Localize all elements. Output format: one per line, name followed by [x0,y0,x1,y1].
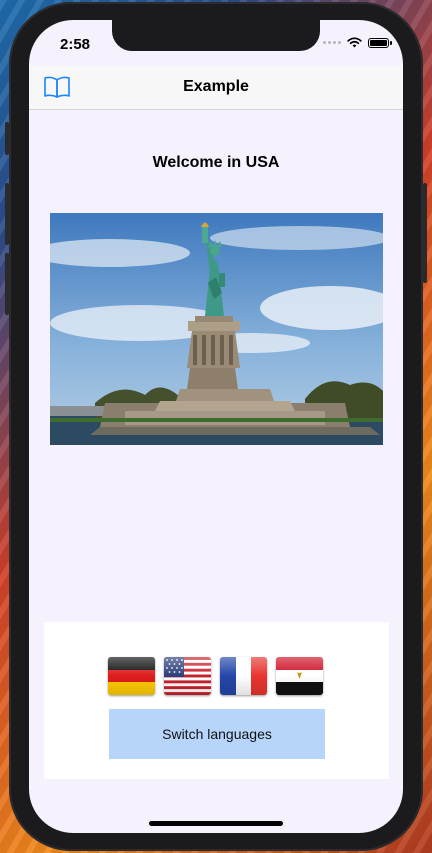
welcome-heading: Welcome in USA [152,154,280,171]
statue-of-liberty-photo [50,213,383,445]
app-screen: 2:58 Example Welcome in USA Switch langu… [29,20,403,833]
flag-usa-icon[interactable] [164,657,211,695]
cellular-signal-icon [323,41,341,44]
flag-egypt-icon[interactable] [276,657,323,695]
nav-title: Example [183,78,249,95]
phone-side-button [5,122,9,155]
notch [112,20,320,51]
switch-languages-button[interactable]: Switch languages [109,709,325,759]
language-panel: Switch languages [44,622,389,779]
flag-germany-icon[interactable] [108,657,155,695]
battery-icon [368,37,392,48]
navigation-bar: Example [29,66,403,110]
flag-france-icon[interactable] [220,657,267,695]
wifi-icon [347,37,362,48]
status-time: 2:58 [60,36,91,53]
phone-volume-up [5,183,9,245]
home-indicator[interactable] [149,821,283,826]
status-icons [323,37,392,48]
phone-power-button [423,183,427,283]
phone-volume-down [5,253,9,315]
